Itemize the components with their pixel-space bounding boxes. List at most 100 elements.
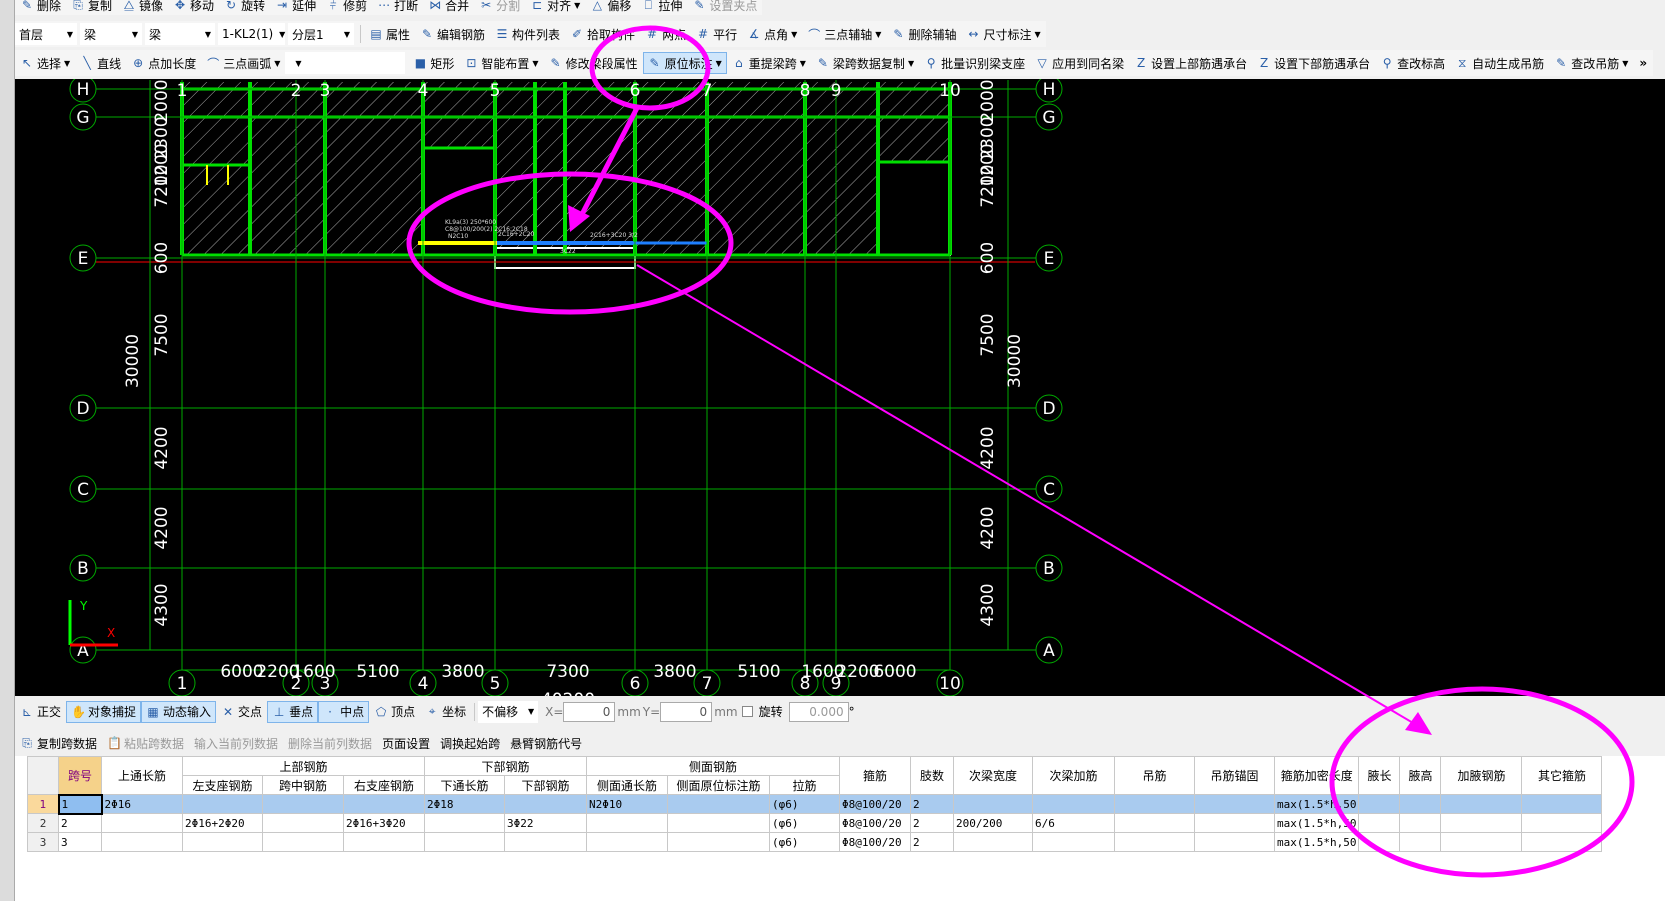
draw-button-16[interactable]: ⧖ 自动生成吊筋 [1450, 52, 1549, 74]
snap-button-7[interactable]: ⌖ 坐标 [420, 701, 471, 723]
cad-drawing[interactable]: H HG GE ED DC CB BA A11223344556677889910106000… [15, 75, 1665, 710]
draw-button-7[interactable]: ✎ 修改梁段属性 [544, 52, 643, 74]
cell-right-support[interactable]: 2Φ16+3Φ20 [343, 813, 425, 833]
x-input[interactable]: 0 [563, 701, 616, 722]
table-tool-button-3[interactable]: 删除当前列数据 [283, 732, 377, 754]
draw-button-1[interactable]: ╲ 直线 [75, 52, 126, 74]
component-button-2[interactable]: ☰ 构件列表 [490, 23, 565, 45]
cell-haunch-length[interactable] [1358, 832, 1401, 852]
edit-button-5[interactable]: ⇥ 延伸 [270, 0, 321, 16]
cell-mid-span[interactable] [262, 832, 344, 852]
cell-other-stirrup[interactable] [1521, 794, 1603, 814]
cell-bottom-rebar[interactable]: 3Φ22 [504, 813, 587, 833]
cell-stirrup[interactable]: Φ8@100/20 [839, 794, 911, 814]
cell-sec-beam-add[interactable] [1032, 794, 1115, 814]
header-stirrup[interactable]: 箍筋 [839, 756, 911, 795]
cell-legs[interactable]: 2 [910, 832, 954, 852]
edit-button-2[interactable]: ⧋ 镜像 [117, 0, 168, 16]
draw-button-6[interactable]: ⊡ 智能布置 ▼ [459, 52, 543, 74]
cell-hanger[interactable] [1114, 832, 1195, 852]
draw-button-10[interactable]: ✎ 梁跨数据复制 ▼ [811, 52, 919, 74]
cell-dense-length[interactable]: max(1.5*h,50 [1273, 813, 1360, 833]
header-mid-span[interactable]: 跨中钢筋 [262, 775, 344, 795]
selector-3[interactable]: 1-KL2(1) ▼ [218, 23, 285, 45]
cell-mid-span[interactable] [262, 813, 344, 833]
header-hanger-anchor[interactable]: 吊筋锚固 [1194, 756, 1275, 795]
table-row[interactable]: 3 3 (φ6) Φ8@100/20 2 max(1.5*h,50 [27, 832, 1603, 852]
draw-button-14[interactable]: Z 设置下部筋遇承台 [1252, 52, 1375, 74]
component-button-5[interactable]: # 平行 [691, 23, 742, 45]
cell-left-support[interactable] [182, 794, 263, 814]
component-button-1[interactable]: ✎ 编辑钢筋 [415, 23, 490, 45]
cell-side-through[interactable] [586, 813, 668, 833]
edit-button-9[interactable]: ✂ 分割 [474, 0, 525, 16]
header-dense-length[interactable]: 箍筋加密长度 [1273, 756, 1360, 795]
edit-button-8[interactable]: ⋈ 合并 [423, 0, 474, 16]
cell-sec-beam-width[interactable]: 200/200 [953, 813, 1033, 833]
cell-tie[interactable]: (φ6) [769, 832, 840, 852]
cell-side-insitu[interactable] [667, 794, 770, 814]
table-tool-button-4[interactable]: 页面设置 [377, 732, 435, 754]
snap-button-5[interactable]: · 中点 [318, 700, 370, 723]
draw-button-0[interactable]: ↖ 选择 ▼ [15, 52, 75, 74]
cell-hanger-anchor[interactable] [1194, 794, 1275, 814]
offset-mode-dropdown[interactable]: 不偏移 ▼ [478, 700, 539, 723]
table-tool-button-1[interactable]: 📋 粘贴跨数据 [102, 732, 189, 754]
cell-tie[interactable]: (φ6) [769, 794, 840, 814]
cell-haunch-height[interactable] [1399, 794, 1442, 814]
rotate-checkbox[interactable] [741, 706, 753, 717]
component-button-9[interactable]: ↔ 尺寸标注 ▼ [961, 23, 1045, 45]
rotate-input[interactable]: 0.000 [788, 701, 849, 722]
cell-hanger-anchor[interactable] [1194, 813, 1275, 833]
selector-0[interactable]: 首层 ▼ [15, 23, 77, 45]
cell-haunch-length[interactable] [1358, 794, 1401, 814]
header-sec-beam-width[interactable]: 次梁宽度 [953, 756, 1033, 795]
cell-hanger[interactable] [1114, 794, 1195, 814]
header-legs[interactable]: 肢数 [910, 756, 954, 795]
component-button-8[interactable]: ✎ 删除辅轴 [886, 23, 961, 45]
cell-haunch-length[interactable] [1358, 813, 1401, 833]
cell-hanger-anchor[interactable] [1194, 832, 1275, 852]
edit-button-1[interactable]: ⎘ 复制 [66, 0, 117, 16]
draw-button-9[interactable]: ⌂ 重提梁跨 ▼ [727, 52, 811, 74]
snap-button-6[interactable]: ⬠ 顶点 [369, 701, 420, 723]
draw-button-15[interactable]: ⚲ 查改标高 [1375, 52, 1450, 74]
edit-button-3[interactable]: ✥ 移动 [168, 0, 219, 16]
draw-button-8[interactable]: ✎ 原位标注 ▼ [642, 52, 727, 74]
cell-bottom-through[interactable] [424, 832, 505, 852]
draw-button-3[interactable]: ⌒ 三点画弧 ▼ [201, 52, 285, 74]
header-haunch-rebar[interactable]: 加腋钢筋 [1440, 756, 1523, 795]
cell-bottom-rebar[interactable] [504, 794, 587, 814]
cell-haunch-height[interactable] [1399, 813, 1442, 833]
header-right-support[interactable]: 右支座钢筋 [343, 775, 425, 795]
cell-sec-beam-width[interactable] [953, 832, 1033, 852]
cell-sec-beam-add[interactable]: 6/6 [1032, 813, 1115, 833]
cell-bottom-rebar[interactable] [504, 832, 587, 852]
draw-button-2[interactable]: ⊕ 点加长度 [126, 52, 201, 74]
draw-button-5[interactable]: ■ 矩形 [408, 52, 459, 74]
edit-button-11[interactable]: △ 偏移 [585, 0, 636, 16]
cell-left-support[interactable] [182, 832, 263, 852]
component-button-3[interactable]: ✐ 拾取构件 [565, 23, 640, 45]
header-bottom-rebar[interactable]: 下部钢筋 [504, 775, 587, 795]
table-tool-button-6[interactable]: 悬臂钢筋代号 [505, 732, 587, 754]
cell-span[interactable]: 1 [57, 793, 103, 815]
cell-left-support[interactable]: 2Φ16+2Φ20 [182, 813, 263, 833]
header-bottom-through[interactable]: 下通长筋 [424, 775, 505, 795]
header-side-through[interactable]: 侧面通长筋 [586, 775, 668, 795]
snap-button-2[interactable]: ▦ 动态输入 [141, 700, 217, 723]
row-number[interactable]: 1 [27, 794, 59, 814]
header-side-insitu[interactable]: 侧面原位标注筋 [667, 775, 770, 795]
selector-2[interactable]: 梁 ▼ [145, 23, 215, 45]
table-tool-button-2[interactable]: 输入当前列数据 [189, 732, 283, 754]
snap-button-0[interactable]: ⊾ 正交 [15, 701, 66, 723]
cell-top-through[interactable] [101, 813, 183, 833]
cell-stirrup[interactable]: Φ8@100/20 [839, 813, 911, 833]
cell-haunch-rebar[interactable] [1440, 794, 1523, 814]
edit-button-0[interactable]: ✎ 删除 [15, 0, 66, 16]
cell-right-support[interactable] [343, 832, 425, 852]
component-button-4[interactable]: # 两点 [640, 23, 691, 45]
table-row[interactable]: 1 1 2Φ16 2Φ18 N2Φ10 (φ6) Φ8@100/20 2 max(1.5*h,5… [27, 793, 1603, 815]
cell-side-insitu[interactable] [667, 813, 770, 833]
cell-sec-beam-width[interactable] [953, 794, 1033, 814]
